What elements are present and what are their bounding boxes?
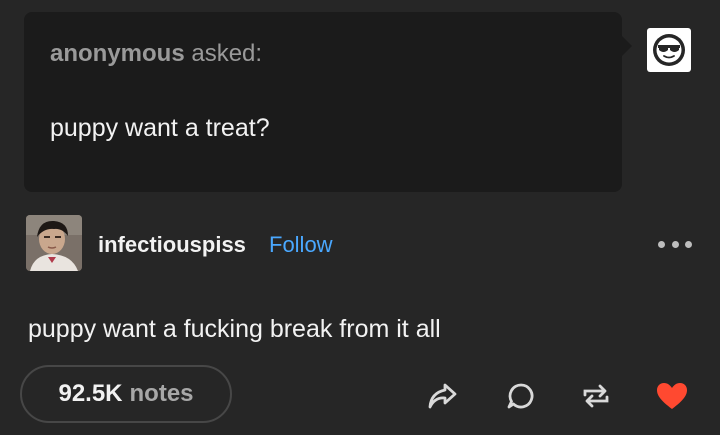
reblog-icon[interactable] [578, 378, 614, 414]
share-icon[interactable] [424, 378, 460, 414]
more-dot-icon [658, 240, 665, 248]
ask-question: puppy want a treat? [50, 114, 270, 142]
ask-header: anonymous asked: [50, 40, 262, 68]
ask-bubble: anonymous asked: puppy want a treat? [24, 12, 622, 192]
more-options-button[interactable] [658, 234, 692, 254]
ask-bubble-tail [620, 34, 632, 58]
answer-text: puppy want a fucking break from it all [28, 315, 441, 343]
notes-label: notes [129, 380, 194, 407]
asker-name: anonymous [50, 40, 185, 67]
more-dot-icon [671, 240, 679, 248]
tumblr-post: anonymous asked: puppy want a treat? inf… [0, 0, 720, 435]
notes-count: 92.5K [58, 380, 123, 407]
anonymous-sunglasses-icon [647, 28, 691, 72]
author-avatar[interactable] [26, 215, 82, 271]
like-heart-icon[interactable] [654, 378, 690, 414]
author-username[interactable]: infectiouspiss [98, 232, 246, 258]
follow-button[interactable]: Follow [269, 232, 333, 258]
notes-button[interactable]: 92.5K notes [20, 365, 232, 423]
more-dot-icon [685, 240, 692, 248]
asked-label: asked: [191, 40, 263, 67]
reply-icon[interactable] [503, 378, 539, 414]
